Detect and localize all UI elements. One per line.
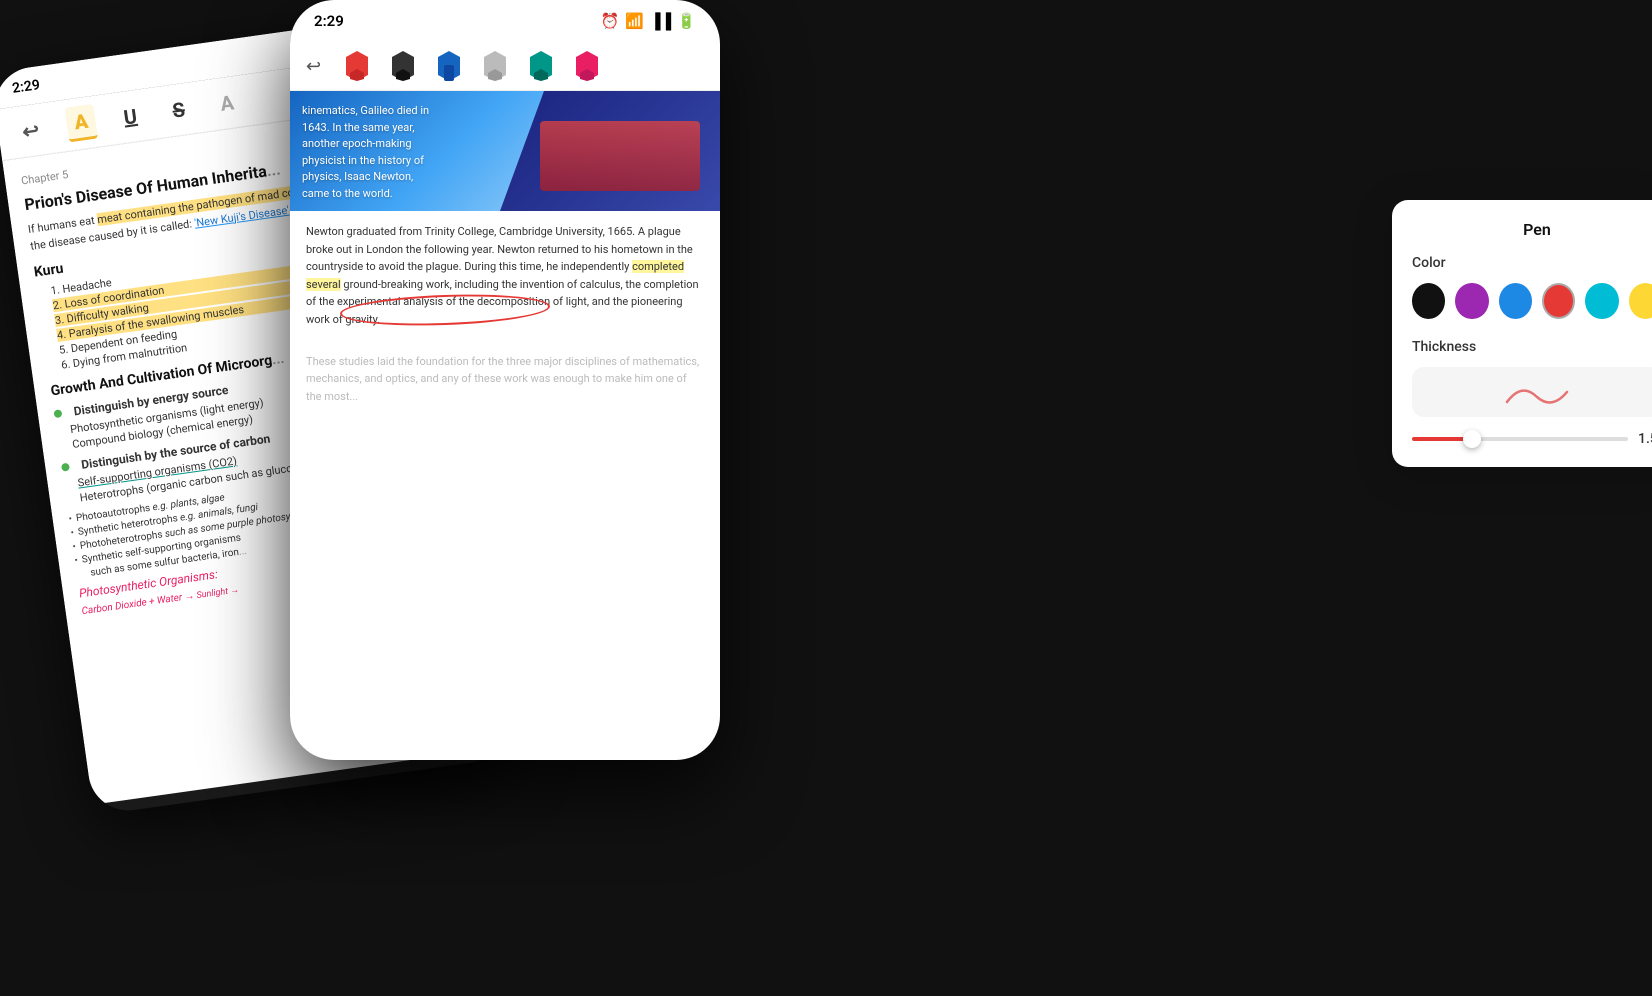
pen-panel-title: Pen [1412,220,1652,239]
underline-button[interactable]: U [114,98,147,134]
thickness-value: 1.5 [1638,431,1652,447]
marker-dark-button[interactable] [387,48,419,84]
color-red[interactable] [1542,283,1575,319]
front-content-area: kinematics, Galileo died in 1643. In the… [290,91,720,760]
highlighter-toolbar: ↩ [290,42,720,91]
front-signal-icon: ▐▐ [650,12,671,30]
bold-button[interactable]: A [64,104,98,143]
thickness-label: Thickness [1412,339,1652,355]
color-black[interactable] [1412,283,1445,319]
undo-button[interactable]: ↩ [12,112,49,148]
color-swatches [1412,283,1652,319]
color-cyan[interactable] [1585,283,1618,319]
slider-thumb[interactable] [1463,430,1481,448]
marker-blue-button[interactable] [433,48,465,84]
marker-light-button[interactable] [479,48,511,84]
front-alarm-icon: ⏰ [601,12,620,30]
color-purple[interactable] [1455,283,1488,319]
phone-front: 2:29 ⏰ 📶 ▐▐ 🔋 ↩ [290,0,720,760]
marker-pink-button[interactable] [571,48,603,84]
thickness-preview [1412,367,1652,417]
image-section: kinematics, Galileo died in 1643. In the… [290,91,720,211]
faded-text: These studies laid the foundation for th… [306,353,704,406]
color-label: Color [1412,255,1652,271]
front-wifi-icon: 📶 [625,12,644,30]
back-time: 2:29 [11,77,41,97]
slider-row: 1.5 [1412,431,1652,447]
marker-teal-button[interactable] [525,48,557,84]
marker-red-button[interactable] [341,48,373,84]
thickness-slider[interactable] [1412,437,1628,441]
main-text-section: Newton graduated from Trinity College, C… [290,211,720,341]
front-status-bar: 2:29 ⏰ 📶 ▐▐ 🔋 [290,0,720,42]
font-button[interactable]: A [210,85,244,121]
pen-panel: Pen Color Thickness 1.5 [1392,200,1652,467]
faded-text-section: These studies laid the foundation for th… [290,341,720,418]
front-undo-button[interactable]: ↩ [306,56,321,77]
color-yellow[interactable] [1629,283,1652,319]
preview-svg [1497,372,1577,412]
image-overlay-text: kinematics, Galileo died in 1643. In the… [302,103,442,202]
front-status-icons: ⏰ 📶 ▐▐ 🔋 [601,12,696,30]
strikethrough-button[interactable]: S [162,92,195,128]
front-battery-icon: 🔋 [677,12,696,30]
front-time: 2:29 [314,12,344,30]
color-blue[interactable] [1499,283,1532,319]
